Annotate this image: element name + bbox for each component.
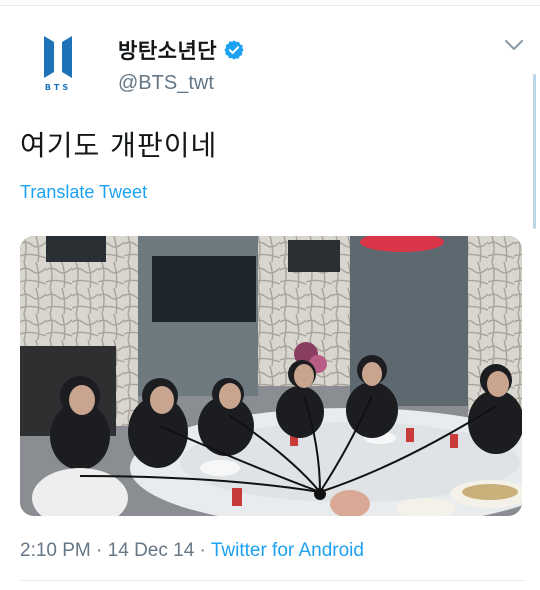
meta-separator: · bbox=[194, 540, 211, 561]
user-handle[interactable]: @BTS_twt bbox=[118, 72, 214, 95]
meta-separator: · bbox=[90, 540, 108, 561]
bts-logo-icon: BTS bbox=[20, 22, 96, 98]
tweet-date[interactable]: 14 Dec 14 bbox=[108, 540, 195, 561]
tweet-header: BTS 방탄소년단 @BTS_twt bbox=[20, 22, 525, 112]
translate-tweet-link[interactable]: Translate Tweet bbox=[20, 182, 147, 203]
display-name[interactable]: 방탄소년단 bbox=[118, 35, 217, 65]
tweet-time[interactable]: 2:10 PM bbox=[20, 540, 91, 561]
photo-illustration bbox=[20, 236, 522, 516]
logo-wordmark: BTS bbox=[45, 83, 71, 92]
avatar[interactable]: BTS bbox=[20, 22, 96, 98]
top-divider bbox=[0, 5, 540, 6]
verified-badge-icon bbox=[224, 40, 244, 60]
tweet-source-link[interactable]: Twitter for Android bbox=[211, 540, 364, 561]
scrollbar[interactable] bbox=[533, 74, 536, 229]
name-row: 방탄소년단 bbox=[118, 35, 245, 65]
tweet-photo[interactable] bbox=[20, 236, 522, 516]
tweet-text: 여기도 개판이네 bbox=[20, 129, 218, 162]
bottom-divider bbox=[20, 580, 525, 581]
chevron-down-icon[interactable] bbox=[503, 38, 525, 52]
tweet-meta: 2:10 PM · 14 Dec 14 · Twitter for Androi… bbox=[20, 540, 364, 562]
